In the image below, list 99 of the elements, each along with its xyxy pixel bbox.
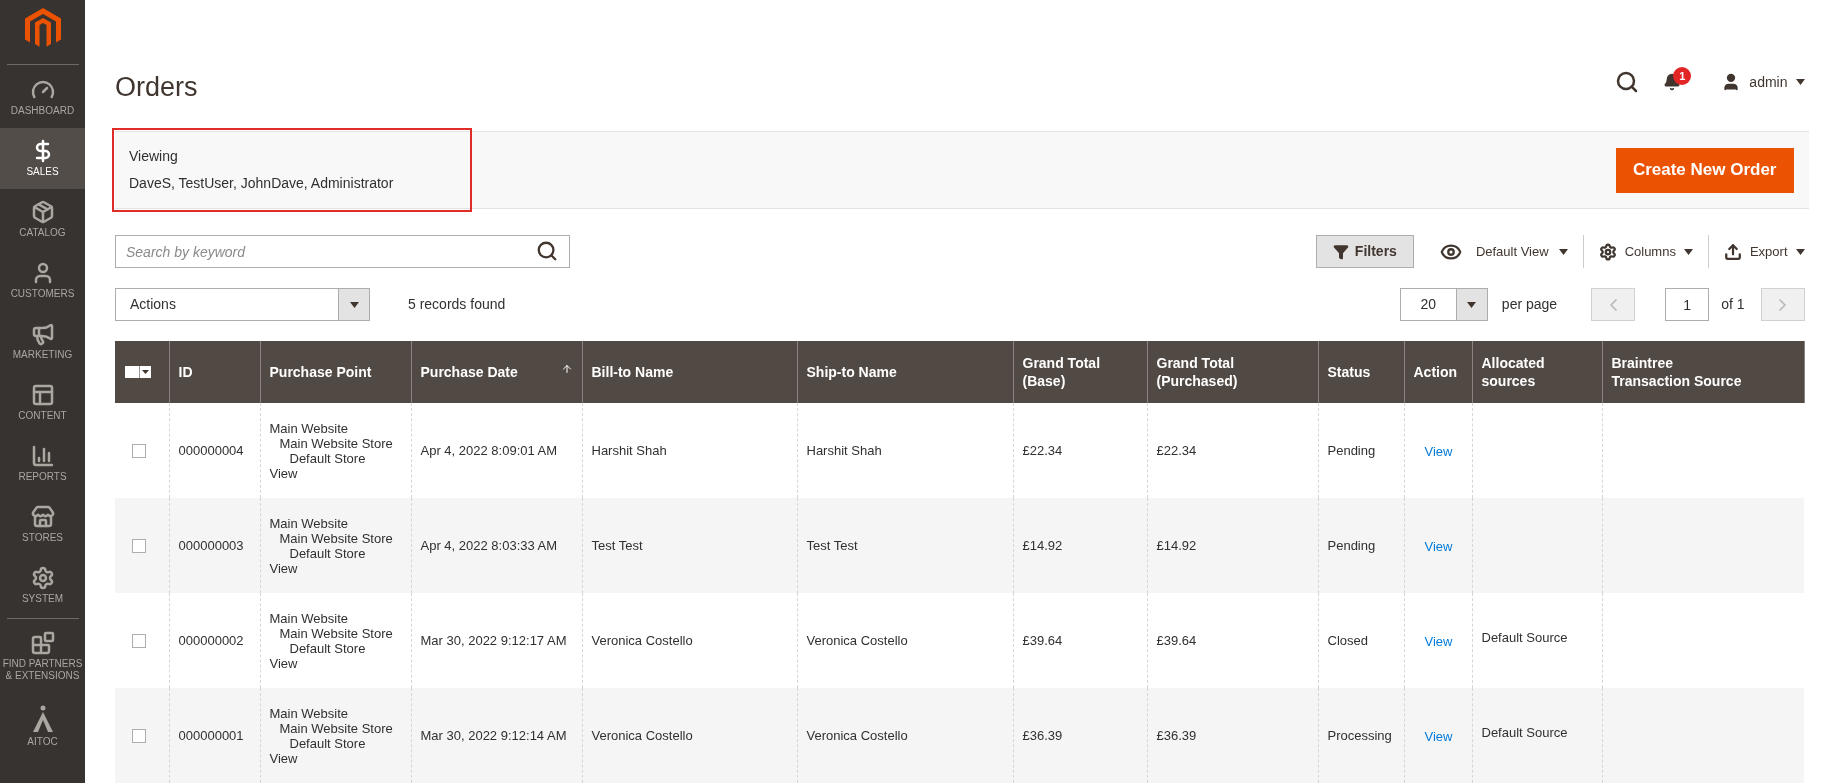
view-link[interactable]: View xyxy=(1424,634,1453,650)
sidebar-label: AITOC xyxy=(27,735,58,748)
view-dropdown[interactable]: Default View xyxy=(1439,235,1584,268)
page-title: Orders xyxy=(115,74,198,101)
megaphone-icon xyxy=(30,322,55,346)
table-cell: £36.39 xyxy=(1147,688,1318,783)
table-cell-line: View xyxy=(269,655,299,671)
table-cell-line: View xyxy=(269,560,299,576)
sidebar-item[interactable]: CUSTOMERS xyxy=(0,250,85,311)
table-cell-line: Default Store xyxy=(288,735,367,751)
filters-button[interactable]: Filters xyxy=(1315,235,1414,268)
viewing-label: Viewing xyxy=(129,147,179,166)
sidebar-label: STORES xyxy=(22,532,63,544)
row-checkbox[interactable] xyxy=(132,728,146,743)
logo-icon xyxy=(24,8,61,50)
page-field[interactable]: 1 xyxy=(1665,288,1710,321)
table-cell: Processing xyxy=(1318,688,1404,783)
table-cell: Mar 30, 2022 9:12:14 AM xyxy=(411,688,582,783)
notifications-button[interactable]: 1 xyxy=(1663,67,1692,91)
actions-dropdown[interactable]: Actions xyxy=(115,288,370,321)
page-count: of 1 xyxy=(1721,295,1745,314)
notification-badge: 1 xyxy=(1673,67,1692,85)
store-icon xyxy=(30,505,55,529)
table-cell-line: Main Website Store xyxy=(278,435,394,451)
row-checkbox[interactable] xyxy=(132,633,146,648)
view-link[interactable]: View xyxy=(1424,729,1453,745)
table-cell: Veronica Costello xyxy=(582,688,797,783)
next-page-button[interactable] xyxy=(1760,288,1805,321)
row-checkbox[interactable] xyxy=(132,538,146,553)
caret-icon xyxy=(349,301,359,308)
table-cell-line: Main Website Store xyxy=(278,720,394,736)
table-cell-line: Default Store xyxy=(288,545,367,561)
sidebar-label: FIND PARTNERS & EXTENSIONS xyxy=(1,657,84,682)
sidebar-label: SYSTEM xyxy=(21,593,64,605)
table-cell-line: Main Website xyxy=(269,610,349,626)
sidebar-label: CATALOG xyxy=(19,227,66,239)
funnel-icon xyxy=(1332,243,1349,260)
caret-icon xyxy=(1558,248,1568,255)
table-cell-line: Main Website xyxy=(269,420,349,436)
caret-icon xyxy=(1795,79,1805,85)
sidebar-label: SALES xyxy=(26,166,59,178)
sidebar-label: CUSTOMERS xyxy=(10,288,75,300)
sidebar-label: CONTENT xyxy=(18,410,67,422)
sidebar-item[interactable]: STORES xyxy=(0,494,85,555)
figure-logo-icon xyxy=(30,704,55,733)
export-dropdown[interactable]: Export xyxy=(1708,235,1805,268)
columns-dropdown[interactable]: Columns xyxy=(1583,235,1709,268)
sidebar-label: MARKETING xyxy=(12,349,73,361)
table-cell-line: View xyxy=(269,750,299,766)
caret-icon xyxy=(1467,301,1477,308)
table-cell: Veronica Costello xyxy=(797,688,1013,783)
table-cell-line: Main Website Store xyxy=(278,530,394,546)
row-checkbox[interactable] xyxy=(132,443,146,458)
chevron-left-icon xyxy=(1609,298,1617,311)
sidebar-item[interactable]: FIND PARTNERS & EXTENSIONS xyxy=(0,621,85,691)
records-count: 5 records found xyxy=(408,295,506,314)
table-cell-line: Main Website xyxy=(269,705,349,721)
table-cell-line: Default Store xyxy=(288,640,367,656)
caret-icon xyxy=(1795,248,1805,255)
sort-arrow-icon xyxy=(560,363,573,375)
sidebar-item[interactable]: AITOC xyxy=(0,691,85,761)
table-cell: 000000001 xyxy=(169,688,260,783)
table-cell-line: View xyxy=(269,465,299,481)
search-field[interactable]: Search by keyword xyxy=(115,235,570,268)
upload-icon xyxy=(1723,242,1742,261)
sidebar-item[interactable]: CONTENT xyxy=(0,372,85,433)
chevron-right-icon xyxy=(1779,298,1786,311)
search-button[interactable] xyxy=(1615,70,1640,94)
caret-icon xyxy=(1683,248,1693,255)
table-cell: Default Source xyxy=(1481,724,1568,740)
view-link[interactable]: View xyxy=(1424,539,1453,555)
table-cell-line: Default Store xyxy=(288,450,367,466)
sidebar-item[interactable]: SYSTEM xyxy=(0,555,85,616)
table-cell-line: Main Website Store xyxy=(278,625,394,641)
sidebar-item[interactable]: DASHBOARD xyxy=(0,67,85,128)
sidebar-item[interactable]: SALES xyxy=(0,128,85,189)
table-cell: Default Source xyxy=(1481,629,1568,645)
view-link[interactable]: View xyxy=(1424,444,1453,460)
per-page-select[interactable]: 20 xyxy=(1399,288,1488,321)
sidebar-label: REPORTS xyxy=(18,471,67,483)
gear-icon xyxy=(30,566,55,590)
box-icon xyxy=(30,200,55,224)
per-page-label: per page xyxy=(1501,295,1558,314)
table-cell: £36.39 xyxy=(1013,688,1147,783)
layout-icon xyxy=(30,383,55,407)
caret-icon xyxy=(142,370,149,374)
sidebar-item[interactable]: REPORTS xyxy=(0,433,85,494)
sidebar-item[interactable]: CATALOG xyxy=(0,189,85,250)
create-order-button[interactable]: Create New Order xyxy=(1615,147,1794,193)
search-button[interactable] xyxy=(536,240,558,262)
sidebar-item[interactable]: MARKETING xyxy=(0,311,85,372)
table-cell-line: Main Website xyxy=(269,515,349,531)
user-menu[interactable]: admin xyxy=(1721,71,1805,93)
viewing-value: DaveS, TestUser, JohnDave, Administrator xyxy=(129,174,395,193)
blocks-icon xyxy=(30,630,55,655)
sidebar-label: DASHBOARD xyxy=(10,105,75,117)
gear-icon xyxy=(1598,242,1617,261)
previous-page-button[interactable] xyxy=(1591,288,1636,321)
bar-chart-icon xyxy=(30,444,55,468)
